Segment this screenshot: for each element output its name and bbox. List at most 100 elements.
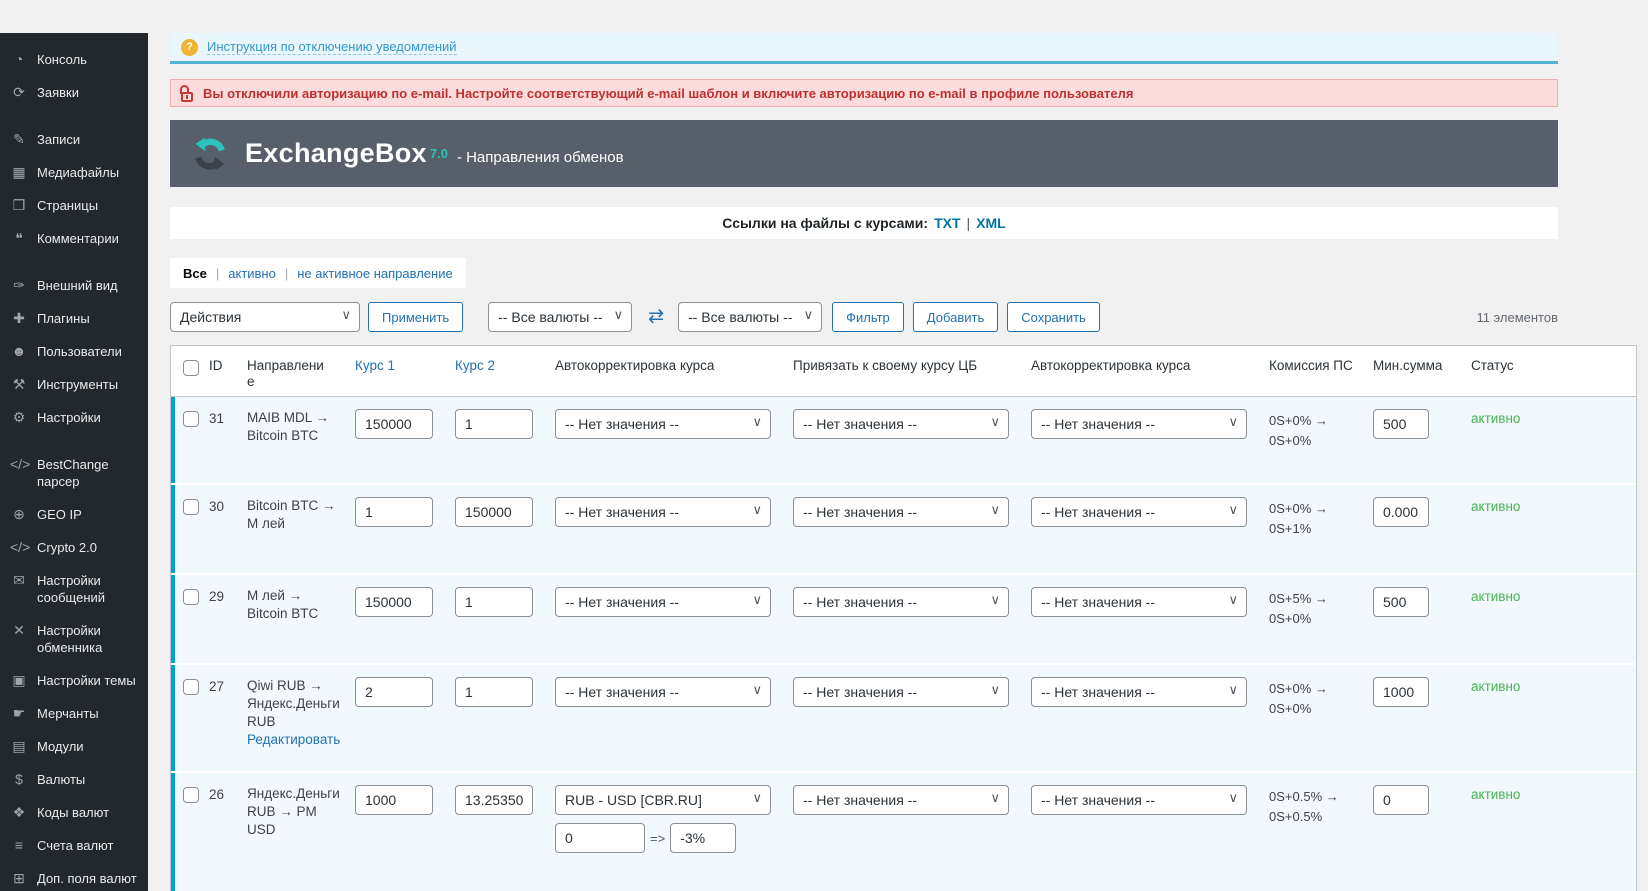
edit-direction-link[interactable]: Редактировать: [247, 731, 341, 749]
sidebar-item-bestchange-parser[interactable]: </> BestChange парсер: [0, 448, 148, 498]
sidebar-item-label: Записи: [37, 132, 81, 147]
autocorrect-rate-select-1[interactable]: -- Нет значения --: [555, 409, 771, 439]
sidebar-item-requests[interactable]: ⟳ Заявки: [0, 76, 148, 109]
currency-filter-select-2[interactable]: -- Все валюты --: [678, 302, 823, 332]
bulk-actions-select[interactable]: Действия: [170, 302, 360, 332]
commission-value: 0S+0% → 0S+0%: [1269, 413, 1328, 448]
dollar-icon: $: [15, 771, 23, 787]
users-icon: ☻: [11, 343, 27, 359]
autocorrect-rate-select-2[interactable]: -- Нет значения --: [1031, 587, 1247, 617]
cb-adjust-value-input[interactable]: [555, 823, 645, 853]
sidebar-item-posts[interactable]: ✎ Записи: [0, 123, 148, 156]
rate2-input[interactable]: [455, 785, 533, 815]
sidebar-item-currency-extra-fields[interactable]: ⊞ Доп. поля валют: [0, 862, 148, 891]
admin-sidebar: ◔ Консоль ⟳ Заявки ✎ Записи ▦ Медиафайлы ❐ Страни…: [0, 33, 148, 891]
sidebar-item-console[interactable]: ◔ Консоль: [0, 43, 148, 76]
rate2-input[interactable]: [455, 587, 533, 617]
sidebar-item-label: Заявки: [37, 85, 79, 100]
sidebar-item-modules[interactable]: ▤ Модули: [0, 730, 148, 763]
rate1-input[interactable]: [355, 587, 433, 617]
sidebar-item-users[interactable]: ☻ Пользователи: [0, 335, 148, 368]
min-sum-input[interactable]: [1373, 785, 1429, 815]
select-all-checkbox[interactable]: [183, 360, 199, 376]
sidebar-item-label: Медиафайлы: [37, 165, 120, 180]
sidebar-item-message-settings[interactable]: ✉ Настройки сообщений: [0, 564, 148, 614]
sidebar-item-geo-ip[interactable]: ⊕ GEO IP: [0, 498, 148, 531]
autocorrect-rate-select-2[interactable]: -- Нет значения --: [1031, 785, 1247, 815]
sidebar-item-plugins[interactable]: ✚ Плагины: [0, 302, 148, 335]
min-sum-input[interactable]: [1373, 497, 1429, 527]
add-button[interactable]: Добавить: [912, 302, 999, 332]
row-checkbox[interactable]: [183, 499, 199, 515]
status-badge: активно: [1471, 589, 1521, 604]
autocorrect-rate-select-1[interactable]: -- Нет значения --: [555, 497, 771, 527]
sidebar-item-currencies[interactable]: $ Валюты: [0, 763, 148, 796]
rate2-sort-link[interactable]: Курс 2: [455, 358, 495, 373]
rate1-sort-link[interactable]: Курс 1: [355, 358, 395, 373]
autocorrect-rate-select-2[interactable]: -- Нет значения --: [1031, 497, 1247, 527]
apply-button[interactable]: Применить: [368, 302, 464, 332]
sidebar-item-label: Настройки темы: [37, 673, 136, 688]
row-checkbox[interactable]: [183, 411, 199, 427]
page-title: - Направления обменов: [456, 149, 624, 166]
bind-cb-rate-select[interactable]: -- Нет значения --: [793, 409, 1009, 439]
table-row: 30Bitcoin BTC → М лей-- Нет значения --∨…: [171, 483, 1636, 573]
sidebar-item-label: GEO IP: [37, 507, 82, 522]
bind-cb-rate-select[interactable]: -- Нет значения --: [793, 497, 1009, 527]
main-content: ? Инструкция по отключению уведомлений В…: [148, 33, 1648, 891]
sidebar-item-pages[interactable]: ❐ Страницы: [0, 189, 148, 222]
xml-file-link[interactable]: XML: [976, 215, 1006, 231]
rate1-input[interactable]: [355, 409, 433, 439]
autocorrect-rate-select-1[interactable]: -- Нет значения --: [555, 677, 771, 707]
autocorrect-rate-select-1[interactable]: -- Нет значения --: [555, 587, 771, 617]
cb-adjust-controls: =>: [555, 823, 787, 853]
sidebar-item-tools[interactable]: ⚒ Инструменты: [0, 368, 148, 401]
sidebar-item-merchants[interactable]: ☛ Мерчанты: [0, 697, 148, 730]
notifications-instruction-link[interactable]: Инструкция по отключению уведомлений: [207, 39, 457, 55]
rate1-input[interactable]: [355, 497, 433, 527]
sidebar-item-comments[interactable]: ❝ Комментарии: [0, 222, 148, 255]
sidebar-item-theme-settings[interactable]: ▣ Настройки темы: [0, 664, 148, 697]
row-checkbox[interactable]: [183, 787, 199, 803]
rate2-input[interactable]: [455, 497, 533, 527]
refresh-icon[interactable]: ⇄: [646, 302, 666, 332]
min-sum-input[interactable]: [1373, 409, 1429, 439]
autocorrect-rate-select-2[interactable]: -- Нет значения --: [1031, 677, 1247, 707]
rate1-input[interactable]: [355, 677, 433, 707]
tab-active[interactable]: активно: [228, 266, 276, 281]
min-sum-input[interactable]: [1373, 677, 1429, 707]
filter-button[interactable]: Фильтр: [832, 302, 904, 332]
status-badge: активно: [1471, 411, 1521, 426]
rate2-input[interactable]: [455, 409, 533, 439]
bind-cb-rate-select[interactable]: -- Нет значения --: [793, 677, 1009, 707]
row-checkbox[interactable]: [183, 589, 199, 605]
appearance-icon: ✑: [13, 277, 25, 293]
sidebar-item-currency-codes[interactable]: ❖ Коды валют: [0, 796, 148, 829]
sidebar-item-settings[interactable]: ⚙ Настройки: [0, 401, 148, 434]
bind-cb-rate-select[interactable]: -- Нет значения --: [793, 785, 1009, 815]
toolbar: Действия ∨ Применить -- Все валюты -- ∨ …: [170, 302, 1558, 332]
sidebar-item-media[interactable]: ▦ Медиафайлы: [0, 156, 148, 189]
currency-filter-select-1[interactable]: -- Все валюты --: [488, 302, 633, 332]
min-sum-input[interactable]: [1373, 587, 1429, 617]
col-autocorrect-1: Автокорректировка курса: [555, 358, 715, 373]
rate2-input[interactable]: [455, 677, 533, 707]
modules-icon: ▤: [12, 738, 26, 754]
sidebar-item-exchanger-settings[interactable]: ✕ Настройки обменника: [0, 614, 148, 664]
autocorrect-rate-select-2[interactable]: -- Нет значения --: [1031, 409, 1247, 439]
sidebar-item-appearance[interactable]: ✑ Внешний вид: [0, 269, 148, 302]
bind-cb-rate-select[interactable]: -- Нет значения --: [793, 587, 1009, 617]
rate1-input[interactable]: [355, 785, 433, 815]
tab-inactive[interactable]: не активное направление: [297, 266, 452, 281]
extra-fields-icon: ⊞: [13, 870, 25, 886]
sidebar-item-crypto-2-0[interactable]: </> Crypto 2.0: [0, 531, 148, 564]
save-button[interactable]: Сохранить: [1007, 302, 1100, 332]
txt-file-link[interactable]: TXT: [934, 215, 960, 231]
autocorrect-rate-select-1[interactable]: RUB - USD [CBR.RU]: [555, 785, 771, 815]
sidebar-item-currency-accounts[interactable]: ≡ Счета валют: [0, 829, 148, 862]
cb-adjust-percent-input[interactable]: [670, 823, 737, 853]
requests-icon: ⟳: [13, 84, 25, 100]
row-id: 26: [209, 787, 225, 802]
tab-all[interactable]: Все: [183, 266, 207, 281]
row-checkbox[interactable]: [183, 679, 199, 695]
